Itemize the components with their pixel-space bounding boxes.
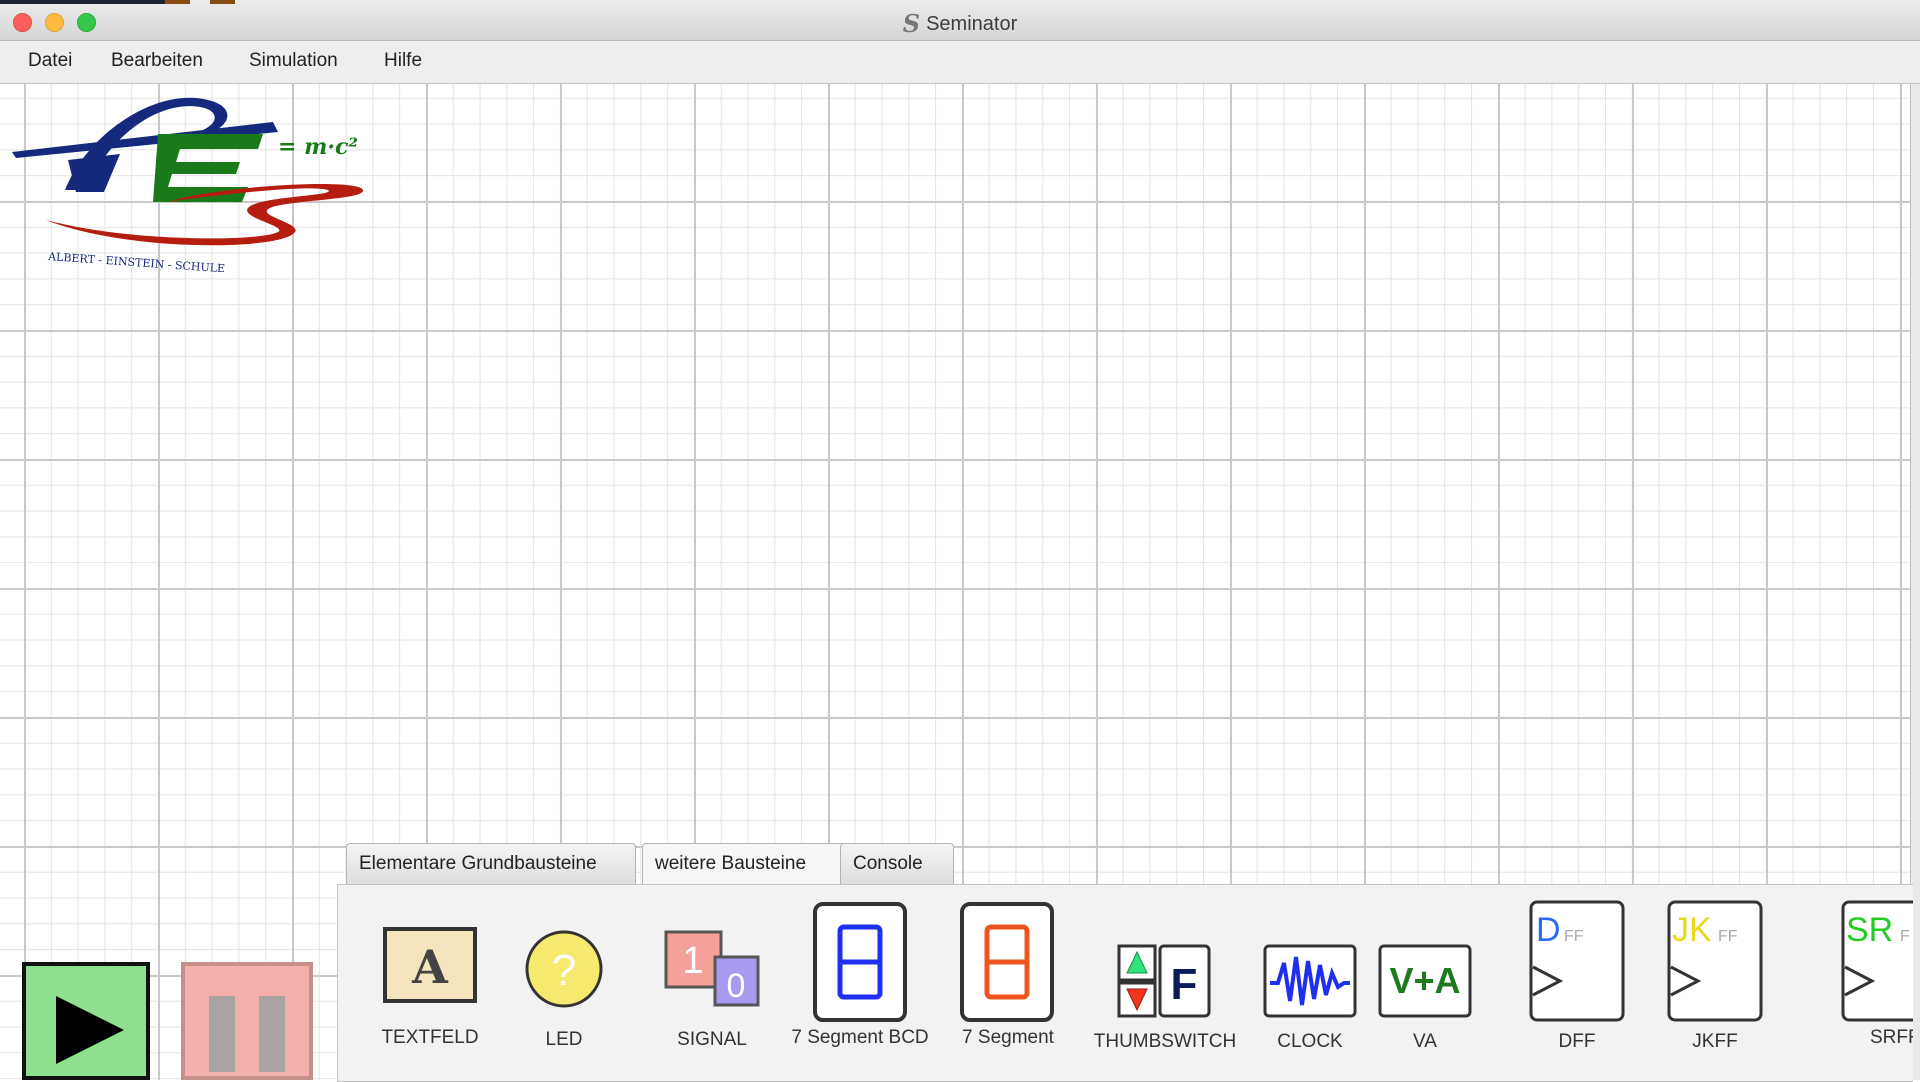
menu-simulation[interactable]: Simulation (249, 50, 338, 72)
component-palette: A TEXTFELD ? LED 1 0 SIGNAL 7 Segment BC… (337, 884, 1913, 1082)
seven-segment-label: 7 Segment (962, 1027, 1054, 1048)
palette-item-va[interactable]: V+A (1377, 943, 1473, 1019)
palette-item-jkff[interactable]: JK FF (1666, 899, 1764, 1023)
desktop-strip (0, 0, 240, 4)
tab-console[interactable]: Console (840, 843, 954, 884)
dff-glyph: D (1536, 911, 1561, 949)
seven-segment-bcd-label: 7 Segment BCD (791, 1027, 929, 1048)
va-glyph: V+A (1389, 960, 1460, 1001)
palette-item-textfeld[interactable]: A (383, 927, 477, 1003)
seven-segment-icon (960, 902, 1054, 1022)
menu-hilfe[interactable]: Hilfe (384, 50, 422, 72)
pause-icon (209, 996, 285, 1072)
palette-item-7-segment-bcd[interactable] (812, 901, 908, 1023)
jkff-glyph: JK (1672, 911, 1712, 949)
seminator-s-icon: S (902, 9, 921, 38)
dff-label: DFF (1558, 1031, 1596, 1052)
clock-label: CLOCK (1277, 1031, 1343, 1052)
palette-item-clock[interactable] (1262, 943, 1358, 1019)
clock-icon (1263, 944, 1357, 1018)
srff-glyph: SR (1846, 911, 1893, 949)
seven-segment-bcd-icon (813, 902, 907, 1022)
va-label: VA (1413, 1031, 1437, 1052)
textfeld-glyph: A (411, 940, 449, 994)
play-button[interactable] (22, 962, 150, 1080)
logo-caption: ALBERT - EINSTEIN - SCHULE (47, 250, 226, 272)
srff-sub: F (1900, 928, 1910, 945)
palette-item-srff[interactable]: SR F (1840, 899, 1913, 1023)
signal-glyph-top: 1 (682, 940, 703, 982)
signal-glyph-bottom: 0 (727, 967, 746, 1005)
thumbswitch-icon: F (1117, 944, 1211, 1018)
thumbswitch-glyph: F (1171, 960, 1198, 1009)
pause-button[interactable] (181, 962, 313, 1080)
play-icon (56, 996, 124, 1064)
thumbswitch-label: THUMBSWITCH (1093, 1031, 1237, 1052)
palette-item-led[interactable]: ? (524, 929, 604, 1009)
jkff-icon: JK FF (1667, 900, 1763, 1022)
desktop-strip-brown (165, 0, 190, 4)
desktop-strip-brown (210, 0, 235, 4)
signal-icon: 1 0 (664, 930, 760, 1007)
palette-item-dff[interactable]: D FF (1528, 899, 1626, 1023)
window-title: S Seminator (0, 9, 1920, 38)
title-bar: S Seminator (0, 0, 1920, 41)
albert-einstein-schule-logo: = m·c² ALBERT - EINSTEIN - SCHULE (12, 97, 364, 272)
palette-item-7-segment[interactable] (959, 901, 1055, 1023)
led-icon: ? (525, 930, 603, 1008)
palette-item-thumbswitch[interactable]: F (1116, 943, 1212, 1019)
tab-elementare-grundbausteine[interactable]: Elementare Grundbausteine (346, 843, 636, 884)
window-title-text: Seminator (926, 13, 1018, 35)
menu-bearbeiten[interactable]: Bearbeiten (111, 50, 203, 72)
textfeld-label: TEXTFELD (381, 1027, 479, 1048)
jkff-label: JKFF (1692, 1031, 1738, 1052)
led-glyph: ? (552, 946, 576, 995)
tab-weitere-bausteine[interactable]: weitere Bausteine (642, 843, 848, 884)
textfeld-icon: A (383, 927, 477, 1003)
logo-formula: = m·c² (278, 134, 358, 160)
desktop-strip-dark (0, 0, 165, 4)
dff-sub: FF (1564, 928, 1584, 945)
va-icon: V+A (1378, 944, 1472, 1018)
dff-icon: D FF (1529, 900, 1625, 1022)
menu-datei[interactable]: Datei (28, 50, 72, 72)
signal-label: SIGNAL (677, 1029, 747, 1050)
palette-item-signal[interactable]: 1 0 (663, 929, 761, 1011)
srff-label: SRFF (1870, 1027, 1913, 1048)
menu-bar: Datei Bearbeiten Simulation Hilfe (0, 41, 1920, 84)
srff-icon: SR F (1841, 900, 1913, 1022)
jkff-sub: FF (1718, 928, 1738, 945)
led-label: LED (545, 1029, 583, 1050)
